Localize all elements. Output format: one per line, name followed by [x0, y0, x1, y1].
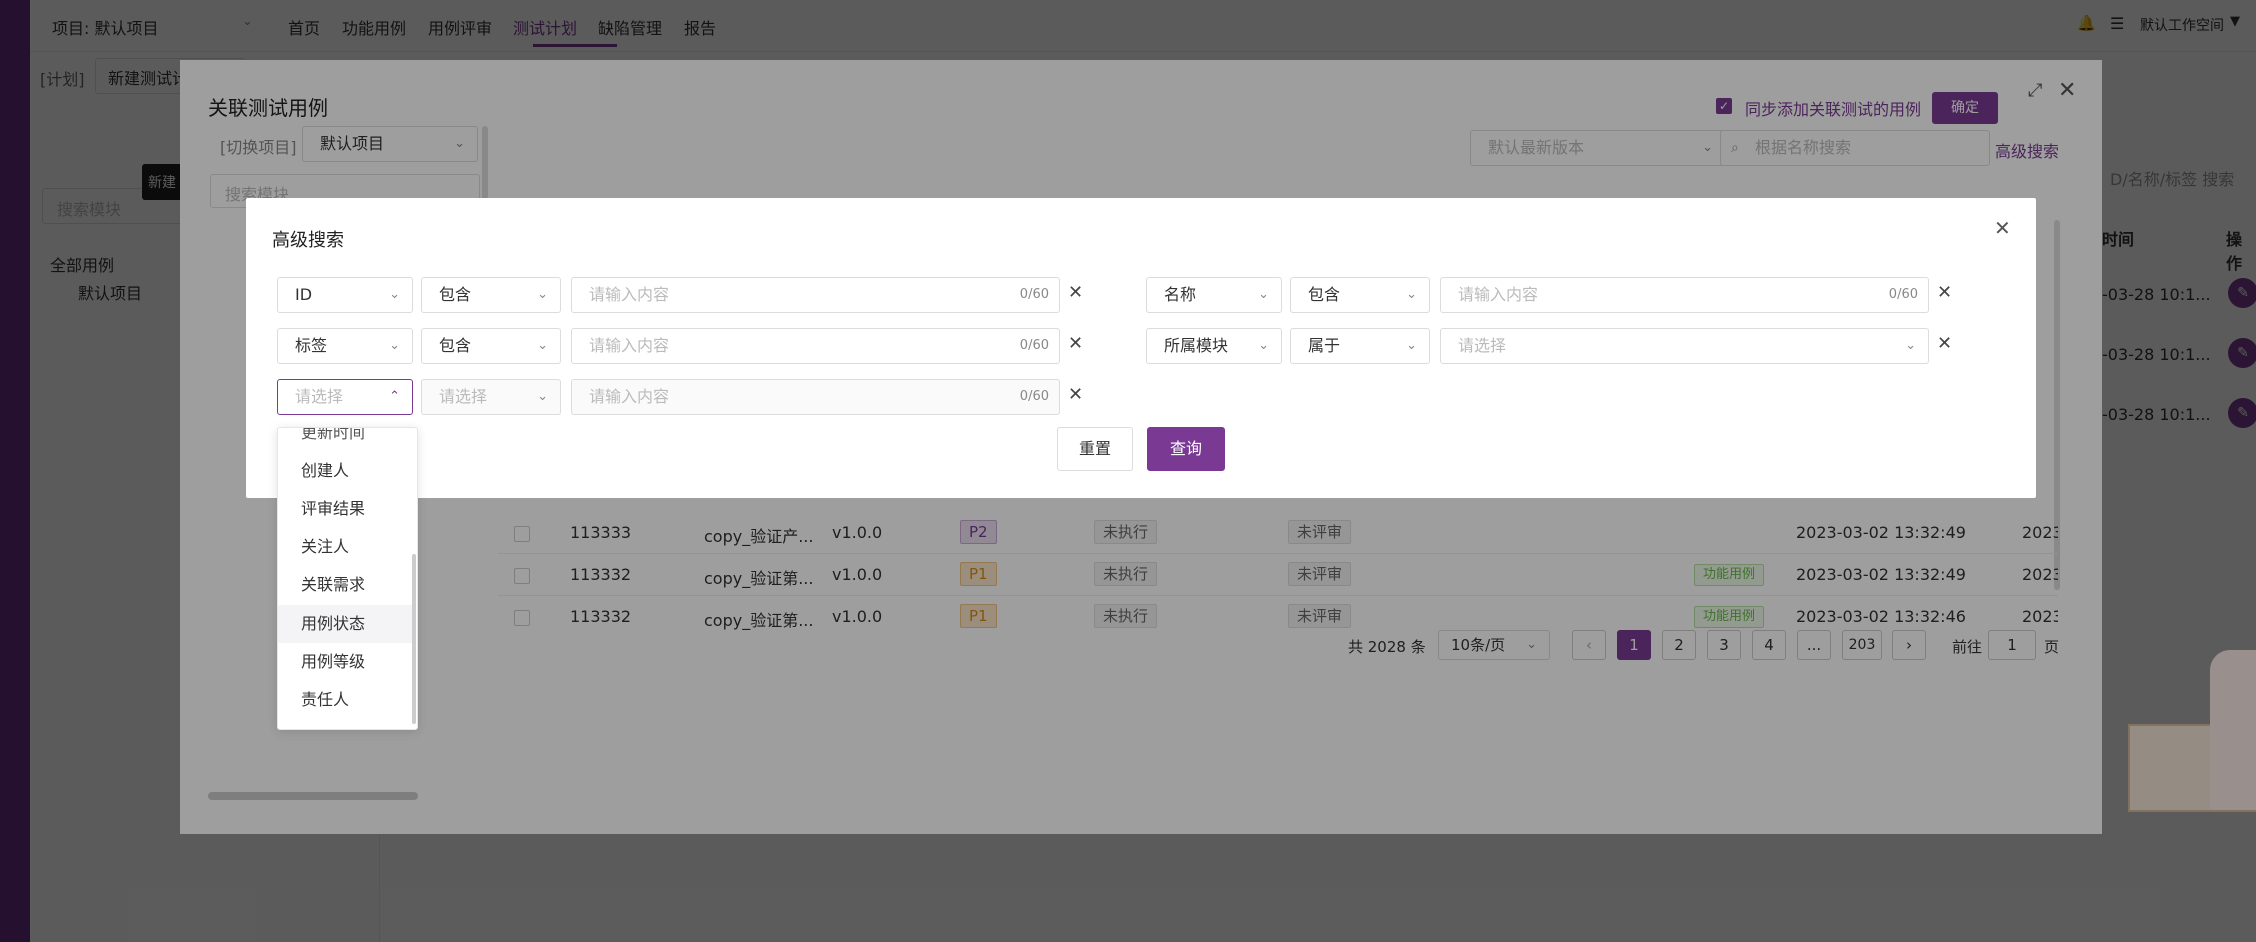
dropdown-item[interactable]: 责任人 [278, 681, 412, 719]
remove-filter-icon[interactable]: ✕ [1937, 282, 1952, 303]
dropdown-item[interactable]: 创建人 [278, 452, 412, 490]
chevron-down-icon: ⌄ [537, 338, 548, 353]
value-input[interactable]: 请输入内容 0/60 [571, 328, 1060, 364]
advanced-search-modal: 高级搜索 ✕ ID ⌄ 包含 ⌄ 请输入内容 0/60 ✕ 名称 ⌄ 包含 ⌄ 请输入内容… [246, 198, 2036, 498]
operator-select[interactable]: 包含 ⌄ [1290, 277, 1430, 313]
field-select-name[interactable]: 名称 ⌄ [1146, 277, 1282, 313]
chevron-down-icon: ⌄ [1406, 338, 1417, 353]
chevron-down-icon: ⌄ [389, 287, 400, 302]
value-input[interactable]: 请输入内容 0/60 [571, 379, 1060, 415]
field-select-module[interactable]: 所属模块 ⌄ [1146, 328, 1282, 364]
field-select-id[interactable]: ID ⌄ [277, 277, 413, 313]
dropdown-item[interactable]: 更新时间 [278, 428, 412, 452]
modal-title: 高级搜索 [272, 230, 344, 251]
field-dropdown: 更新时间 创建人 评审结果 关注人 关联需求 用例状态 用例等级 责任人 [277, 427, 418, 730]
value-input[interactable]: 请输入内容 0/60 [1440, 277, 1929, 313]
dropdown-item[interactable]: 评审结果 [278, 490, 412, 528]
chevron-down-icon: ⌄ [389, 338, 400, 353]
dropdown-item[interactable]: 关注人 [278, 528, 412, 566]
field-select-tag[interactable]: 标签 ⌄ [277, 328, 413, 364]
char-count: 0/60 [1019, 389, 1049, 404]
remove-filter-icon[interactable]: ✕ [1068, 384, 1083, 405]
chevron-down-icon: ⌄ [1406, 287, 1417, 302]
remove-filter-icon[interactable]: ✕ [1068, 333, 1083, 354]
operator-select[interactable]: 包含 ⌄ [421, 328, 561, 364]
chevron-down-icon: ⌄ [1905, 338, 1916, 353]
field-select-new[interactable]: 请选择 ⌃ [277, 379, 413, 415]
chevron-up-icon: ⌃ [389, 389, 400, 404]
char-count: 0/60 [1888, 287, 1918, 302]
remove-filter-icon[interactable]: ✕ [1068, 282, 1083, 303]
dropdown-item[interactable]: 用例等级 [278, 643, 412, 681]
dropdown-item-highlighted[interactable]: 用例状态 [278, 605, 412, 643]
reset-button[interactable]: 重置 [1057, 427, 1133, 471]
query-button[interactable]: 查询 [1147, 427, 1225, 471]
remove-filter-icon[interactable]: ✕ [1937, 333, 1952, 354]
dropdown-scrollbar[interactable] [412, 554, 416, 724]
char-count: 0/60 [1019, 338, 1049, 353]
operator-select[interactable]: 包含 ⌄ [421, 277, 561, 313]
operator-select[interactable]: 请选择 ⌄ [421, 379, 561, 415]
chevron-down-icon: ⌄ [537, 389, 548, 404]
chevron-down-icon: ⌄ [1258, 338, 1269, 353]
close-icon[interactable]: ✕ [1994, 216, 2011, 240]
module-select[interactable]: 请选择 ⌄ [1440, 328, 1929, 364]
dropdown-item[interactable]: 关联需求 [278, 566, 412, 604]
value-input[interactable]: 请输入内容 0/60 [571, 277, 1060, 313]
chevron-down-icon: ⌄ [537, 287, 548, 302]
operator-select[interactable]: 属于 ⌄ [1290, 328, 1430, 364]
chevron-down-icon: ⌄ [1258, 287, 1269, 302]
char-count: 0/60 [1019, 287, 1049, 302]
